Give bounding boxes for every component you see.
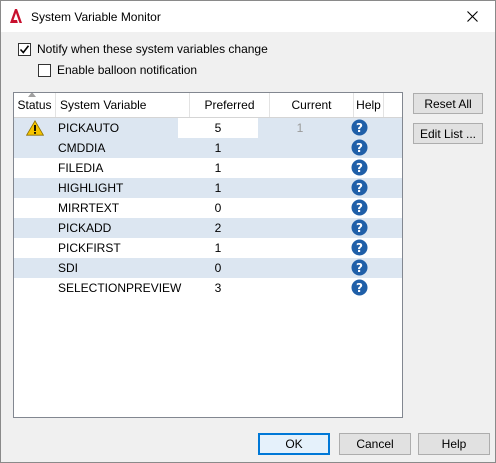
column-header-variable[interactable]: System Variable [56, 93, 190, 117]
column-variable-label: System Variable [60, 98, 147, 112]
variable-name: HIGHLIGHT [58, 181, 124, 195]
preferred-value[interactable]: 1 [178, 178, 258, 198]
notify-label: Notify when these system variables chang… [37, 42, 268, 56]
help-button[interactable]: Help [418, 433, 490, 455]
table-row[interactable]: PICKADD 2 ? [14, 218, 402, 238]
reset-all-button[interactable]: Reset All [413, 93, 483, 114]
table-header: Status System Variable Preferred Current… [14, 93, 402, 118]
notify-option[interactable]: Notify when these system variables chang… [18, 42, 268, 56]
autocad-logo-icon [10, 9, 22, 23]
table-row[interactable]: SELECTIONPREVIEW 3 ? [14, 278, 402, 298]
preferred-value[interactable]: 0 [178, 198, 258, 218]
help-icon[interactable]: ? [351, 159, 368, 176]
sort-ascending-icon [28, 93, 36, 97]
svg-text:?: ? [356, 221, 363, 235]
close-icon [466, 11, 478, 22]
help-icon[interactable]: ? [351, 219, 368, 236]
help-icon[interactable]: ? [351, 199, 368, 216]
svg-text:?: ? [356, 161, 363, 175]
variable-name: PICKAUTO [58, 121, 120, 135]
column-status-label: Status [17, 98, 52, 112]
column-help-label: Help [356, 98, 381, 112]
ok-button[interactable]: OK [258, 433, 330, 455]
variable-name: CMDDIA [58, 141, 106, 155]
preferred-value[interactable]: 1 [178, 138, 258, 158]
svg-text:?: ? [356, 281, 363, 295]
help-icon[interactable]: ? [351, 179, 368, 196]
column-preferred-label: Preferred [204, 98, 255, 112]
dialog-window: System Variable Monitor Notify when thes… [0, 0, 496, 463]
svg-text:?: ? [356, 181, 363, 195]
column-header-status[interactable]: Status [14, 93, 56, 117]
variables-table: Status System Variable Preferred Current… [13, 92, 403, 418]
help-icon[interactable]: ? [351, 119, 368, 136]
column-header-help[interactable]: Help [354, 93, 384, 117]
preferred-value[interactable]: 1 [178, 238, 258, 258]
cancel-button[interactable]: Cancel [339, 433, 411, 455]
notify-checkbox[interactable] [18, 42, 31, 56]
help-icon[interactable]: ? [351, 279, 368, 296]
help-icon[interactable]: ? [351, 139, 368, 156]
table-row[interactable]: CMDDIA 1 ? [14, 138, 402, 158]
variable-name: SELECTIONPREVIEW [58, 281, 182, 295]
column-header-preferred[interactable]: Preferred [190, 93, 270, 117]
variable-name: FILEDIA [58, 161, 104, 175]
variable-name: PICKADD [58, 221, 112, 235]
svg-text:?: ? [356, 261, 363, 275]
column-header-current[interactable]: Current [270, 93, 354, 117]
preferred-value[interactable]: 2 [178, 218, 258, 238]
edit-list-button[interactable]: Edit List ... [413, 123, 483, 144]
table-row[interactable]: PICKFIRST 1 ? [14, 238, 402, 258]
variable-name: PICKFIRST [58, 241, 121, 255]
help-icon[interactable]: ? [351, 259, 368, 276]
table-row[interactable]: PICKAUTO 5 1 ? [14, 118, 402, 138]
preferred-value[interactable]: 0 [178, 258, 258, 278]
warning-icon [26, 120, 44, 136]
balloon-label: Enable balloon notification [57, 63, 198, 77]
close-button[interactable] [449, 1, 495, 32]
svg-text:?: ? [356, 201, 363, 215]
help-icon[interactable]: ? [351, 239, 368, 256]
preferred-value[interactable]: 3 [178, 278, 258, 298]
preferred-value[interactable]: 1 [178, 158, 258, 178]
variable-name: MIRRTEXT [58, 201, 120, 215]
svg-text:?: ? [356, 121, 363, 135]
preferred-value[interactable]: 5 [178, 118, 258, 138]
window-title: System Variable Monitor [31, 10, 161, 24]
table-row[interactable]: MIRRTEXT 0 ? [14, 198, 402, 218]
balloon-option[interactable]: Enable balloon notification [38, 63, 197, 77]
checkmark-icon [19, 44, 30, 54]
column-current-label: Current [291, 98, 332, 112]
variable-name: SDI [58, 261, 79, 275]
svg-text:?: ? [356, 141, 363, 155]
current-value: 1 [296, 121, 304, 135]
table-row[interactable]: SDI 0 ? [14, 258, 402, 278]
table-row[interactable]: FILEDIA 1 ? [14, 158, 402, 178]
title-bar[interactable]: System Variable Monitor [1, 1, 495, 32]
table-row[interactable]: HIGHLIGHT 1 ? [14, 178, 402, 198]
balloon-checkbox[interactable] [38, 63, 51, 77]
svg-text:?: ? [356, 241, 363, 255]
